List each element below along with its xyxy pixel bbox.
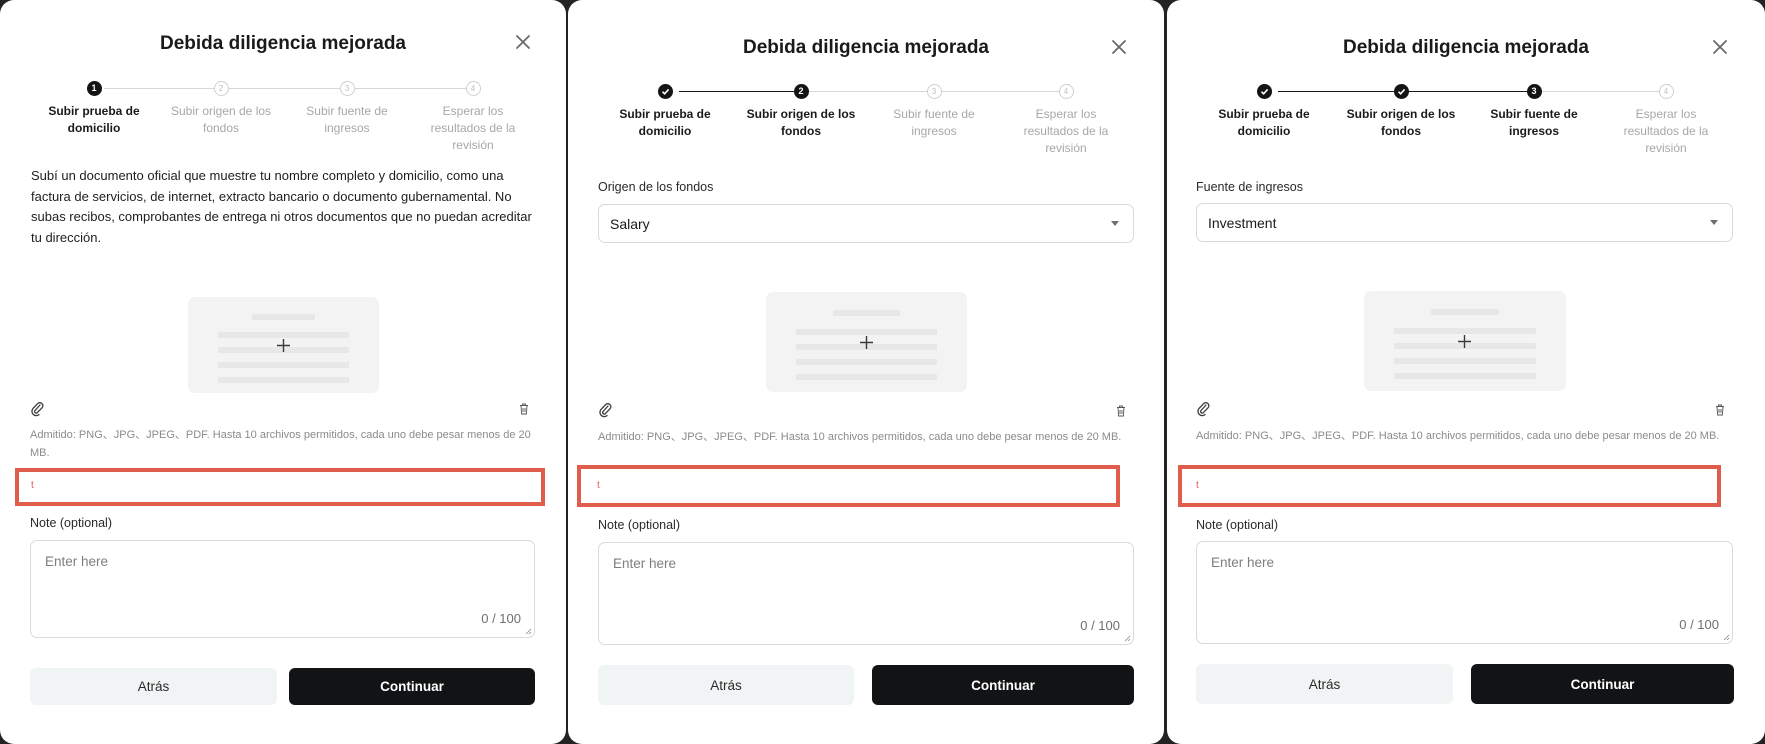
note-textarea[interactable]: Enter here 0 / 100	[30, 540, 535, 638]
step-3-number: 3	[1526, 84, 1542, 99]
note-placeholder: Enter here	[45, 554, 109, 569]
error-highlight: t	[15, 468, 545, 506]
close-icon[interactable]	[1110, 38, 1128, 56]
paperclip-icon[interactable]	[598, 402, 612, 418]
step-4-number: 4	[470, 83, 476, 93]
step-1: Subir prueba de domicilio	[600, 81, 730, 140]
note-counter: 0 / 100	[1679, 617, 1719, 632]
trash-icon[interactable]	[1116, 405, 1126, 417]
income-source-label: Fuente de ingresos	[1196, 180, 1304, 194]
error-highlight: t	[577, 465, 1120, 507]
upload-hint: Admitido: PNG、JPG、JPEG、PDF. Hasta 10 arc…	[30, 429, 531, 459]
error-text: t	[597, 480, 600, 491]
continue-button[interactable]: Continuar	[1471, 664, 1734, 704]
step-1-number: 1	[86, 81, 102, 96]
modal-title: Debida diligencia mejorada	[742, 37, 990, 58]
step-2-number: 2	[218, 83, 224, 93]
paperclip-icon[interactable]	[1196, 401, 1210, 417]
step-2: 2 Subir origen de los fondos	[736, 81, 866, 140]
step-1: Subir prueba de domicilio	[1199, 81, 1329, 140]
close-icon[interactable]	[1711, 38, 1729, 56]
income-source-select[interactable]: Investment	[1196, 203, 1733, 242]
modal-step-3: Debida diligencia mejorada Subir prueba …	[1167, 0, 1765, 744]
continue-button[interactable]: Continuar	[872, 665, 1134, 705]
income-source-value: Investment	[1208, 214, 1277, 231]
step-3: 3 Subir fuente de ingresos	[1469, 81, 1599, 140]
paperclip-icon[interactable]	[30, 401, 44, 417]
checkmark-icon	[661, 88, 669, 95]
back-button[interactable]: Atrás	[30, 668, 277, 705]
note-placeholder: Enter here	[1211, 555, 1275, 570]
modal-step-2: Debida diligencia mejorada Subir prueba …	[568, 0, 1164, 744]
step-4: 4 Esperar los resultados de la revisión	[408, 78, 538, 154]
step-3-number: 3	[931, 86, 937, 96]
step-4-label: Esperar los resultados de la revisión	[430, 104, 516, 152]
resize-grip-icon[interactable]	[1722, 633, 1730, 641]
note-textarea[interactable]: Enter here 0 / 100	[598, 542, 1134, 645]
upload-hint: Admitido: PNG、JPG、JPEG、PDF. Hasta 10 arc…	[1196, 430, 1720, 442]
resize-grip-icon[interactable]	[1123, 634, 1131, 642]
funds-origin-label: Origen de los fondos	[598, 180, 714, 194]
note-label: Note (optional)	[1196, 518, 1278, 532]
step-4-number: 4	[1663, 86, 1669, 96]
step-3: 3 Subir fuente de ingresos	[869, 81, 999, 140]
step-1: 1 Subir prueba de domicilio	[29, 78, 159, 137]
continue-button[interactable]: Continuar	[289, 668, 535, 705]
step-3: 3 Subir fuente de ingresos	[282, 78, 412, 137]
stepper: 1 Subir prueba de domicilio 2 Subir orig…	[0, 78, 566, 158]
upload-hint: Admitido: PNG、JPG、JPEG、PDF. Hasta 10 arc…	[598, 431, 1122, 443]
step-description: Subí un documento oficial que muestre tu…	[31, 168, 532, 245]
step-3-label: Subir fuente de ingresos	[1490, 107, 1578, 138]
note-counter: 0 / 100	[1080, 618, 1120, 633]
step-4-label: Esperar los resultados de la revisión	[1023, 107, 1109, 155]
upload-dropzone[interactable]	[188, 297, 379, 393]
error-text: t	[1196, 480, 1199, 491]
back-button[interactable]: Atrás	[1196, 664, 1453, 704]
step-4: 4 Esperar los resultados de la revisión	[1601, 81, 1731, 157]
plus-icon	[1458, 335, 1471, 348]
checkmark-icon	[1397, 88, 1405, 95]
checkmark-icon	[1260, 88, 1268, 95]
step-1-label: Subir prueba de domicilio	[619, 107, 711, 138]
step-1-label: Subir prueba de domicilio	[48, 104, 140, 135]
resize-grip-icon[interactable]	[524, 627, 532, 635]
step-2-label: Subir origen de los fondos	[170, 104, 272, 135]
chevron-down-icon	[1710, 220, 1718, 225]
plus-icon	[277, 339, 290, 352]
step-3-label: Subir fuente de ingresos	[893, 107, 975, 138]
step-3-label: Subir fuente de ingresos	[306, 104, 388, 135]
stepper: Subir prueba de domicilio Subir origen d…	[1167, 81, 1765, 161]
note-textarea[interactable]: Enter here 0 / 100	[1196, 541, 1733, 644]
modal-step-1: Debida diligencia mejorada 1 Subir prueb…	[0, 0, 566, 744]
step-2: Subir origen de los fondos	[1336, 81, 1466, 140]
stepper: Subir prueba de domicilio 2 Subir origen…	[568, 81, 1164, 161]
note-placeholder: Enter here	[613, 556, 677, 571]
error-highlight: t	[1178, 465, 1721, 507]
note-counter: 0 / 100	[481, 611, 521, 626]
step-1-label: Subir prueba de domicilio	[1218, 107, 1310, 138]
trash-icon[interactable]	[1715, 404, 1725, 416]
back-button[interactable]: Atrás	[598, 665, 854, 705]
step-2: 2 Subir origen de los fondos	[156, 78, 286, 137]
funds-origin-value: Salary	[610, 215, 650, 232]
plus-icon	[860, 336, 873, 349]
upload-dropzone[interactable]	[1364, 291, 1566, 391]
close-icon[interactable]	[514, 33, 532, 51]
note-label: Note (optional)	[598, 518, 680, 532]
trash-icon[interactable]	[519, 403, 529, 415]
modal-title: Debida diligencia mejorada	[159, 33, 407, 54]
step-2-label: Subir origen de los fondos	[1346, 107, 1456, 138]
step-4-number: 4	[1063, 86, 1069, 96]
modal-title: Debida diligencia mejorada	[1342, 37, 1590, 58]
chevron-down-icon	[1111, 221, 1119, 226]
funds-origin-select[interactable]: Salary	[598, 204, 1134, 243]
upload-dropzone[interactable]	[766, 292, 967, 392]
step-4-label: Esperar los resultados de la revisión	[1623, 107, 1709, 155]
step-2-number: 2	[793, 84, 809, 99]
error-text: t	[31, 480, 34, 491]
step-4: 4 Esperar los resultados de la revisión	[1001, 81, 1131, 157]
step-3-number: 3	[344, 83, 350, 93]
note-label: Note (optional)	[30, 516, 112, 530]
step-2-label: Subir origen de los fondos	[746, 107, 856, 138]
